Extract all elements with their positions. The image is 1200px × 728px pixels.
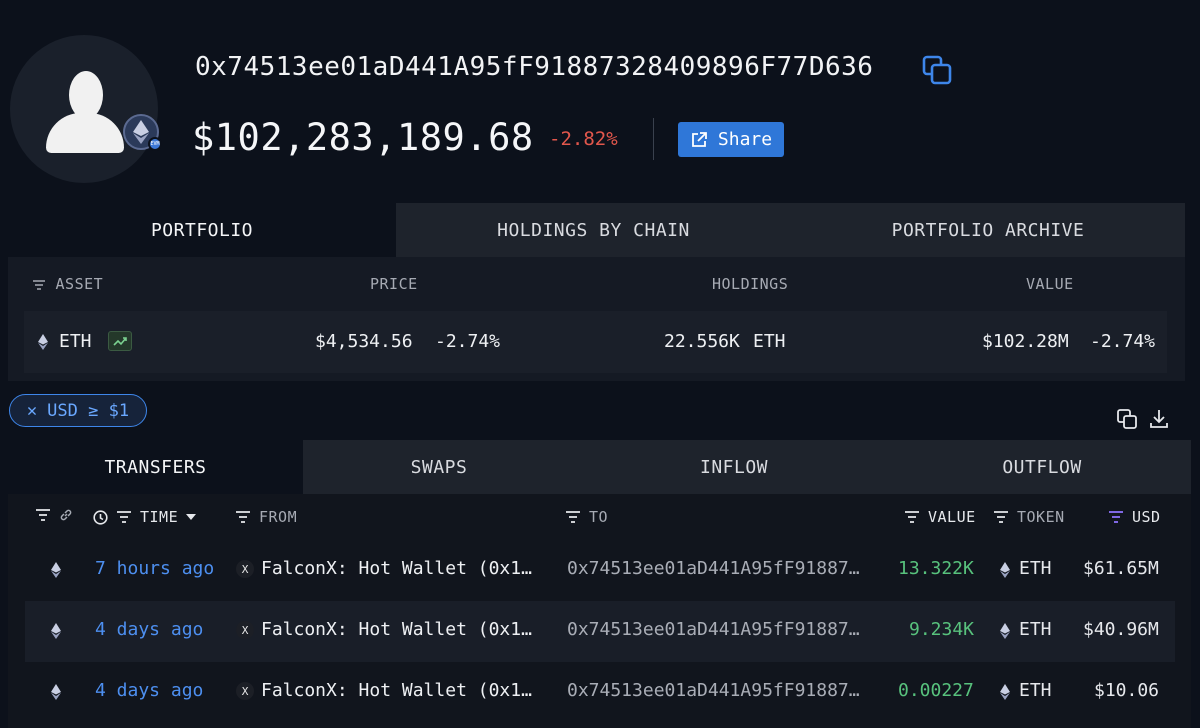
column-price[interactable]: PRICE bbox=[370, 275, 418, 293]
transfer-value: 9.234K bbox=[909, 619, 975, 640]
asset-price: $4,534.56 bbox=[315, 331, 413, 352]
transfer-from[interactable]: FalconX: Hot Wallet (0x1… bbox=[261, 558, 532, 579]
table-row[interactable]: 4 days ago X FalconX: Hot Wallet (0x1… 0… bbox=[25, 662, 1175, 723]
transfer-tabs: TRANSFERS SWAPS INFLOW OUTFLOW bbox=[8, 440, 1191, 494]
transfer-time-link[interactable]: 7 hours ago bbox=[95, 558, 214, 579]
eth-chain-icon bbox=[51, 623, 61, 639]
share-label: Share bbox=[717, 129, 773, 150]
trend-chart-icon[interactable] bbox=[108, 331, 132, 351]
eth-chain-icon bbox=[51, 684, 61, 700]
portfolio-tabs: PORTFOLIO HOLDINGS BY CHAIN PORTFOLIO AR… bbox=[8, 203, 1185, 257]
column-holdings[interactable]: HOLDINGS bbox=[712, 275, 788, 293]
falconx-logo-icon: X bbox=[236, 621, 254, 639]
transfer-from[interactable]: FalconX: Hot Wallet (0x1… bbox=[261, 619, 532, 640]
asset-price-change: -2.74% bbox=[435, 331, 501, 352]
portfolio-panel: PORTFOLIO HOLDINGS BY CHAIN PORTFOLIO AR… bbox=[8, 203, 1185, 381]
download-icon[interactable] bbox=[1148, 408, 1170, 430]
transfer-from[interactable]: FalconX: Hot Wallet (0x1… bbox=[261, 680, 532, 701]
transfer-value: 0.00227 bbox=[898, 680, 974, 701]
eth-token-icon bbox=[1000, 562, 1010, 578]
copy-table-icon[interactable] bbox=[1116, 408, 1138, 430]
close-icon[interactable]: ✕ bbox=[27, 401, 37, 421]
column-asset-label: ASSET bbox=[55, 275, 104, 293]
eth-icon bbox=[38, 334, 48, 350]
asset-value: $102.28M bbox=[982, 331, 1069, 352]
transfer-to[interactable]: 0x74513ee01aD441A95fF91887… bbox=[567, 558, 860, 579]
asset-value-change: -2.74% bbox=[1090, 331, 1156, 352]
transfer-token[interactable]: ETH bbox=[1019, 558, 1052, 579]
transfer-value: 13.322K bbox=[898, 558, 974, 579]
tab-inflow[interactable]: INFLOW bbox=[575, 440, 893, 494]
balance-change-percent: -2.82% bbox=[549, 128, 618, 150]
falconx-logo-icon: X bbox=[236, 682, 254, 700]
transfer-time-link[interactable]: 4 days ago bbox=[95, 619, 203, 640]
asset-holdings-unit: ETH bbox=[753, 331, 786, 352]
column-token-label: TOKEN bbox=[1017, 508, 1065, 526]
transfer-token[interactable]: ETH bbox=[1019, 619, 1052, 640]
transfer-usd: $40.96M bbox=[1083, 619, 1159, 640]
column-time-label: TIME bbox=[140, 508, 179, 526]
tab-holdings-by-chain[interactable]: HOLDINGS BY CHAIN bbox=[396, 203, 791, 257]
column-value[interactable]: VALUE bbox=[904, 508, 976, 526]
eth-token-icon bbox=[1000, 684, 1010, 700]
filter-active-icon bbox=[1109, 511, 1123, 523]
filter-icon bbox=[994, 511, 1008, 523]
share-button[interactable]: Share bbox=[678, 122, 784, 157]
table-row[interactable]: 4 days ago X FalconX: Hot Wallet (0x1… 0… bbox=[25, 601, 1175, 662]
column-from[interactable]: FROM bbox=[235, 508, 297, 526]
tab-portfolio[interactable]: PORTFOLIO bbox=[8, 203, 396, 257]
column-value-label: VALUE bbox=[928, 508, 976, 526]
avatar bbox=[10, 35, 158, 183]
transfer-usd: $10.06 bbox=[1094, 680, 1160, 701]
column-asset[interactable]: ASSET bbox=[32, 275, 103, 293]
transfers-panel: TRANSFERS SWAPS INFLOW OUTFLOW TIME FROM… bbox=[8, 440, 1191, 728]
total-balance: $102,283,189.68 bbox=[192, 116, 534, 159]
transfer-time-link[interactable]: 4 days ago bbox=[95, 680, 203, 701]
column-usd[interactable]: USD bbox=[1108, 508, 1161, 526]
tab-swaps[interactable]: SWAPS bbox=[303, 440, 575, 494]
filter-icon bbox=[33, 279, 45, 290]
wallet-address: 0x74513ee01aD441A95fF91887328409896F77D6… bbox=[195, 52, 874, 82]
asset-row-eth[interactable]: ETH $4,534.56 -2.74% 22.556K ETH $102.28… bbox=[24, 311, 1167, 373]
column-usd-label: USD bbox=[1132, 508, 1161, 526]
column-to[interactable]: TO bbox=[565, 508, 608, 526]
clock-icon bbox=[93, 509, 108, 525]
usd-filter-chip[interactable]: ✕ USD ≥ $1 bbox=[9, 394, 147, 427]
column-from-label: FROM bbox=[259, 508, 298, 526]
tab-transfers[interactable]: TRANSFERS bbox=[8, 440, 303, 494]
transfer-token[interactable]: ETH bbox=[1019, 680, 1052, 701]
tab-portfolio-archive[interactable]: PORTFOLIO ARCHIVE bbox=[791, 203, 1185, 257]
eth-token-icon bbox=[1000, 623, 1010, 639]
sort-down-icon bbox=[186, 514, 197, 520]
column-token[interactable]: TOKEN bbox=[993, 508, 1065, 526]
copy-address-icon[interactable] bbox=[920, 53, 954, 87]
transfer-to[interactable]: 0x74513ee01aD441A95fF91887… bbox=[567, 680, 860, 701]
avatar-head-shape bbox=[69, 71, 103, 119]
filter-chip-label: USD ≥ $1 bbox=[47, 400, 130, 421]
header-divider bbox=[653, 118, 654, 160]
filter-icon bbox=[117, 511, 131, 523]
asset-symbol: ETH bbox=[59, 331, 92, 352]
column-value[interactable]: VALUE bbox=[1026, 275, 1074, 293]
table-row[interactable]: 7 hours ago X FalconX: Hot Wallet (0x1… … bbox=[25, 540, 1175, 601]
filter-icon bbox=[566, 511, 580, 523]
eth-chain-icon bbox=[51, 562, 61, 578]
falconx-logo-icon: X bbox=[236, 560, 254, 578]
link-icon bbox=[60, 509, 72, 521]
avatar-body-shape bbox=[46, 113, 124, 153]
transfer-to[interactable]: 0x74513ee01aD441A95fF91887… bbox=[567, 619, 860, 640]
column-chain-filter[interactable] bbox=[35, 508, 73, 522]
column-to-label: TO bbox=[589, 508, 609, 526]
evm-badge: EVM bbox=[148, 137, 162, 151]
filter-icon bbox=[36, 509, 50, 521]
tab-outflow[interactable]: OUTFLOW bbox=[893, 440, 1191, 494]
profile-avatar bbox=[10, 35, 158, 183]
filter-icon bbox=[236, 511, 250, 523]
transfer-usd: $61.65M bbox=[1083, 558, 1159, 579]
filter-icon bbox=[905, 511, 919, 523]
asset-holdings: 22.556K bbox=[664, 331, 740, 352]
column-time[interactable]: TIME bbox=[93, 508, 197, 526]
share-icon bbox=[692, 131, 707, 147]
